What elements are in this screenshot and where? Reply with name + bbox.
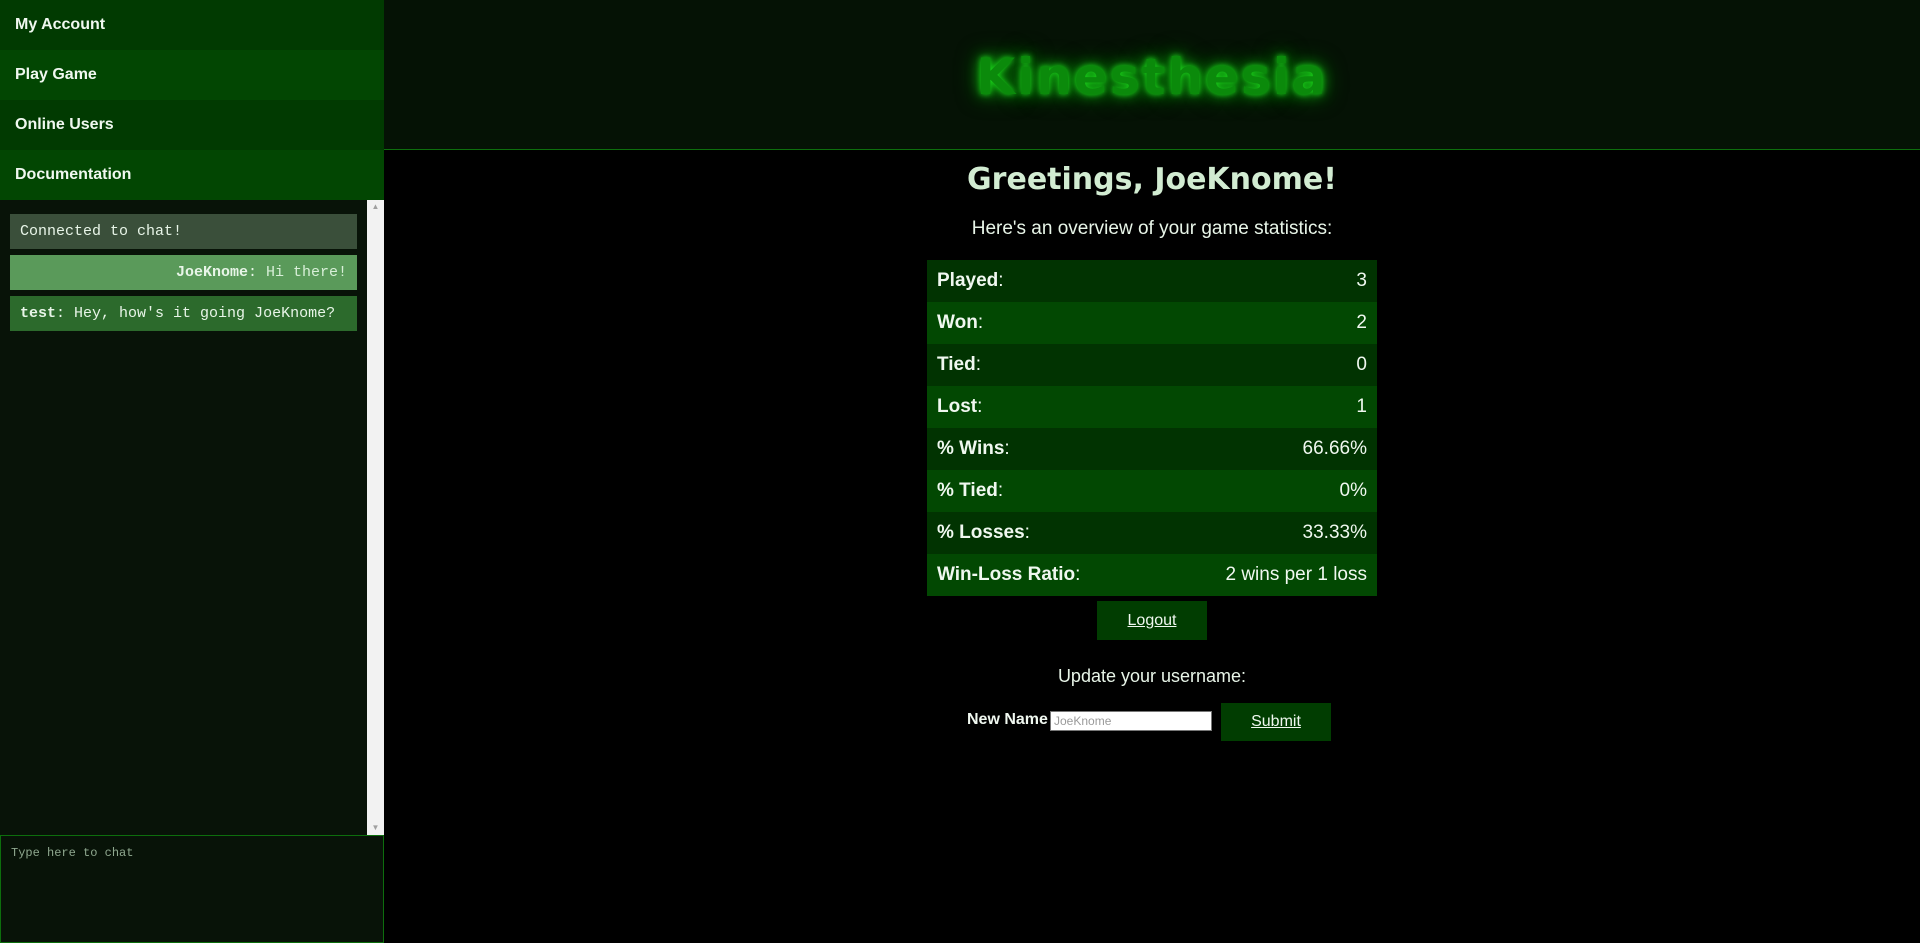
stat-value: 3: [1153, 260, 1377, 302]
stat-label: % Losses: [937, 522, 1025, 543]
stat-value: 0: [1153, 344, 1377, 386]
chat-message-text: Connected to chat!: [20, 223, 183, 240]
stats-row-pct-losses: % Losses: 33.33%: [927, 512, 1377, 554]
stat-label: % Wins: [937, 438, 1005, 459]
stats-row-pct-wins: % Wins: 66.66%: [927, 428, 1377, 470]
stat-label: Tied: [937, 354, 976, 375]
stat-value: 66.66%: [1153, 428, 1377, 470]
chat-message-user: JoeKnome: [175, 264, 248, 281]
stats-table: Played: 3 Won: 2 Tied: 0 Lost: 1 % Wins:…: [927, 260, 1377, 596]
chat-message-own: JoeKnome: Hi there!: [10, 255, 357, 290]
chat-input[interactable]: [0, 835, 384, 943]
chat-log[interactable]: Connected to chat! JoeKnome: Hi there! t…: [0, 200, 367, 835]
stat-label: Played: [937, 270, 999, 291]
scroll-down-arrow-icon[interactable]: ▼: [367, 821, 384, 835]
chat-message-text: Hi there!: [256, 264, 347, 281]
header: Kinesthesia: [384, 0, 1920, 150]
stat-label: Won: [937, 312, 978, 333]
sidebar-item-online-users[interactable]: Online Users: [0, 100, 384, 150]
update-username-label: Update your username:: [1057, 666, 1247, 686]
stat-label: % Tied: [937, 480, 998, 501]
stat-value: 2: [1153, 302, 1377, 344]
stats-row-pct-tied: % Tied: 0%: [927, 470, 1377, 512]
main-content: Greetings, JoeKnome! Here's an overview …: [384, 150, 1920, 943]
stats-row-lost: Lost: 1: [927, 386, 1377, 428]
logout-button[interactable]: Logout: [1097, 601, 1207, 640]
sidebar: My Account Play Game Online Users Docume…: [0, 0, 384, 943]
stats-overview-text: Here's an overview of your game statisti…: [971, 218, 1333, 239]
chat-message-text: Hey, how's it going JoeKnome?: [65, 305, 336, 322]
stat-value: 33.33%: [1153, 512, 1377, 554]
stat-value: 2 wins per 1 loss: [1153, 554, 1377, 596]
submit-button[interactable]: Submit: [1221, 703, 1331, 741]
chat-message-sep: :: [247, 264, 257, 281]
stats-row-won: Won: 2: [927, 302, 1377, 344]
scroll-up-arrow-icon[interactable]: ▲: [367, 200, 384, 214]
greeting-heading: Greetings, JoeKnome!: [967, 162, 1337, 197]
chat-scrollbar[interactable]: ▲ ▼: [367, 200, 384, 835]
stat-label: Win-Loss Ratio: [937, 564, 1076, 585]
stats-row-played: Played: 3: [927, 260, 1377, 302]
new-name-input[interactable]: [1050, 711, 1212, 731]
stat-value: 1: [1153, 386, 1377, 428]
stat-label: Lost: [937, 396, 978, 417]
stats-row-tied: Tied: 0: [927, 344, 1377, 386]
chat-message-sep: :: [56, 305, 66, 322]
new-name-label: New Name: [967, 711, 1048, 728]
sidebar-item-my-account[interactable]: My Account: [0, 0, 384, 50]
stats-row-win-loss-ratio: Win-Loss Ratio: 2 wins per 1 loss: [927, 554, 1377, 596]
chat-message-user: test: [20, 305, 57, 322]
app-title: Kinesthesia: [976, 48, 1328, 106]
stat-value: 0%: [1153, 470, 1377, 512]
chat-message-other: test: Hey, how's it going JoeKnome?: [10, 296, 357, 331]
chat-message-system: Connected to chat!: [10, 214, 357, 249]
sidebar-item-play-game[interactable]: Play Game: [0, 50, 384, 100]
sidebar-item-documentation[interactable]: Documentation: [0, 150, 384, 200]
